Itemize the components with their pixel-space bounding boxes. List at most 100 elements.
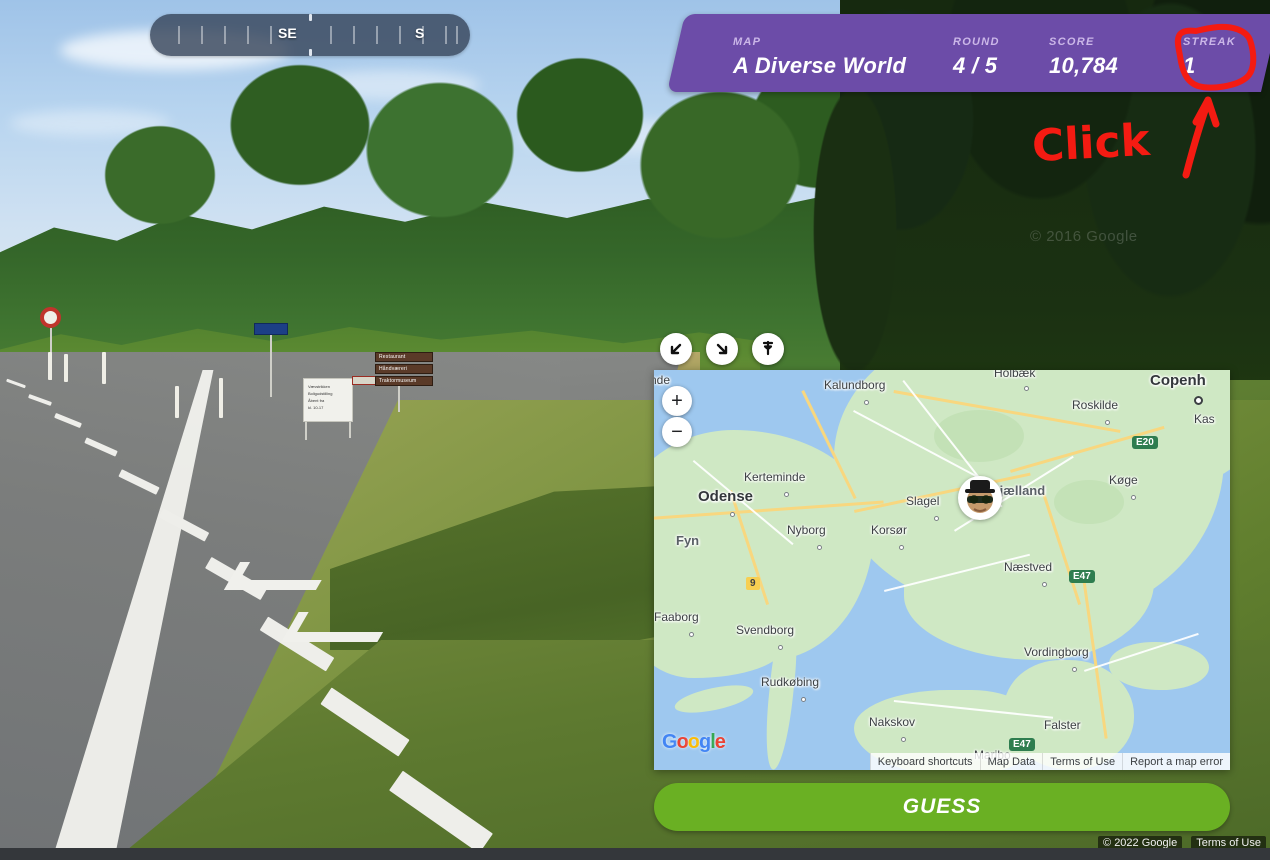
map-city-label: Svendborg xyxy=(736,623,795,637)
map-city-dot xyxy=(901,737,906,742)
keyboard-shortcuts-link[interactable]: Keyboard shortcuts xyxy=(869,753,980,770)
roadside-marker-post xyxy=(102,352,106,384)
map-landmass-sjaelland-s xyxy=(904,520,1154,660)
compass-label-se: SE xyxy=(278,25,297,41)
status-streak-value: 1 xyxy=(1182,53,1196,78)
info-sign-text: Vævstrikken Boligudstilling Åbent fra kl… xyxy=(308,384,333,410)
guess-minimap[interactable]: Kalundborg Holbæk Copenh Roskilde Kas Kertemi… xyxy=(654,370,1230,770)
map-city-label: Slagel xyxy=(906,494,940,508)
geoguessr-game-screen: Vævstrikken Boligudstilling Åbent fra kl… xyxy=(0,0,1270,860)
map-city-label: Roskilde xyxy=(1072,398,1119,412)
map-landmass-moen xyxy=(1109,642,1209,690)
tourist-sign-handvaerk: Håndværeri xyxy=(375,364,433,374)
status-score-label: SCORE xyxy=(1048,36,1095,48)
map-city-label: Kalundborg xyxy=(824,378,886,392)
map-highway-shield: E20 xyxy=(1132,436,1158,449)
report-map-error-link[interactable]: Report a map error xyxy=(1122,753,1230,770)
map-city-label: Faaborg xyxy=(654,610,699,624)
status-round: ROUND 4 / 5 xyxy=(953,36,1019,79)
map-city-dot xyxy=(934,516,939,521)
road-marking-chevron xyxy=(281,612,395,642)
sign-post xyxy=(398,386,400,412)
map-data-link[interactable]: Map Data xyxy=(979,753,1043,770)
status-map-value: A Diverse World xyxy=(732,53,907,78)
map-city-label: Nakskov xyxy=(869,715,916,729)
map-city-dot xyxy=(778,645,783,650)
map-city-dot xyxy=(1072,667,1077,672)
tourist-sign-traktormuseum: Traktormuseum xyxy=(375,376,433,386)
google-watermark: © 2016 Google xyxy=(1030,228,1138,245)
map-highway-shield: E47 xyxy=(1069,570,1095,583)
status-map-label: MAP xyxy=(732,36,762,48)
map-city-label: Rudkøbing xyxy=(761,675,820,689)
map-city-dot xyxy=(1042,582,1047,587)
status-streak-label: STREAK xyxy=(1182,36,1236,48)
road-marking-chevron xyxy=(223,562,333,590)
sign-post xyxy=(270,335,272,397)
map-city-label: Nyborg xyxy=(787,523,826,537)
map-city-label: Holbæk xyxy=(994,370,1036,380)
map-city-label: Kerteminde xyxy=(744,470,806,484)
map-city-label: Copenh xyxy=(1150,372,1206,389)
annotation-label: Click xyxy=(1030,114,1152,173)
shrink-map-icon[interactable] xyxy=(706,333,738,365)
player-avatar-marker[interactable] xyxy=(958,476,1002,520)
map-highway-shield: E47 xyxy=(1009,738,1035,751)
tourist-sign-restaurant: Restaurant xyxy=(375,352,433,362)
map-city-label: Køge xyxy=(1109,473,1138,487)
map-city-label: Kas xyxy=(1194,412,1215,426)
game-status-bar: MAP A Diverse World ROUND 4 / 5 SCORE 10… xyxy=(666,14,1270,92)
blue-direction-sign xyxy=(254,323,288,335)
map-city-dot xyxy=(784,492,789,497)
trees-middle xyxy=(80,55,870,355)
status-score-value: 10,784 xyxy=(1048,53,1119,78)
guess-button[interactable]: GUESS xyxy=(654,783,1230,831)
map-city-dot xyxy=(817,545,822,550)
map-city-label: Falster xyxy=(1044,718,1081,732)
compass-bar[interactable]: SE S xyxy=(150,14,470,56)
zoom-out-button[interactable]: − xyxy=(662,417,692,447)
compass-label-s: S xyxy=(415,25,425,41)
bottom-bar xyxy=(0,848,1270,860)
map-city-label: Fyn xyxy=(676,533,700,548)
map-city-dot xyxy=(801,697,806,702)
map-city-label: Korsør xyxy=(871,523,907,537)
map-city-dot xyxy=(1105,420,1110,425)
sign-post xyxy=(305,422,307,440)
compass-center-indicator xyxy=(309,49,312,56)
map-canvas[interactable]: Kalundborg Holbæk Copenh Roskilde Kas Kertemi… xyxy=(654,370,1230,770)
status-round-label: ROUND xyxy=(952,36,1000,48)
map-city-label: Næstved xyxy=(1004,560,1053,574)
map-city-label: Odense xyxy=(698,488,754,505)
sign-post xyxy=(349,422,351,438)
roadside-marker-post xyxy=(64,354,68,382)
map-city-dot xyxy=(1024,386,1029,391)
compass-center-indicator xyxy=(309,14,312,21)
map-city-label: Vordingborg xyxy=(1024,645,1089,659)
roadside-marker-post xyxy=(175,386,179,418)
map-city-dot xyxy=(864,400,869,405)
map-capital-dot xyxy=(1194,396,1203,405)
map-city-dot xyxy=(1131,495,1136,500)
status-streak: STREAK 1 xyxy=(1183,36,1245,79)
roadside-marker-post xyxy=(219,378,223,418)
status-map: MAP A Diverse World xyxy=(733,36,923,79)
status-round-value: 4 / 5 xyxy=(952,53,998,78)
map-footer: Keyboard shortcuts Map Data Terms of Use… xyxy=(654,753,1230,770)
speed-limit-sign xyxy=(40,307,61,328)
terms-of-use-link[interactable]: Terms of Use xyxy=(1042,753,1123,770)
map-highway-shield: 9 xyxy=(746,577,760,590)
pin-map-icon[interactable] xyxy=(752,333,784,365)
expand-map-icon[interactable] xyxy=(660,333,692,365)
map-city-dot xyxy=(689,632,694,637)
status-score: SCORE 10,784 xyxy=(1049,36,1153,79)
map-city-dot xyxy=(899,545,904,550)
map-city-dot xyxy=(730,512,735,517)
info-sign-board: Vævstrikken Boligudstilling Åbent fra kl… xyxy=(303,378,353,422)
zoom-in-button[interactable]: + xyxy=(662,386,692,416)
roadside-marker-post xyxy=(48,352,52,380)
avatar-icon xyxy=(965,480,995,513)
map-control-row xyxy=(660,333,784,365)
google-logo: Google xyxy=(662,731,726,753)
map-city-label: nde xyxy=(654,373,671,387)
